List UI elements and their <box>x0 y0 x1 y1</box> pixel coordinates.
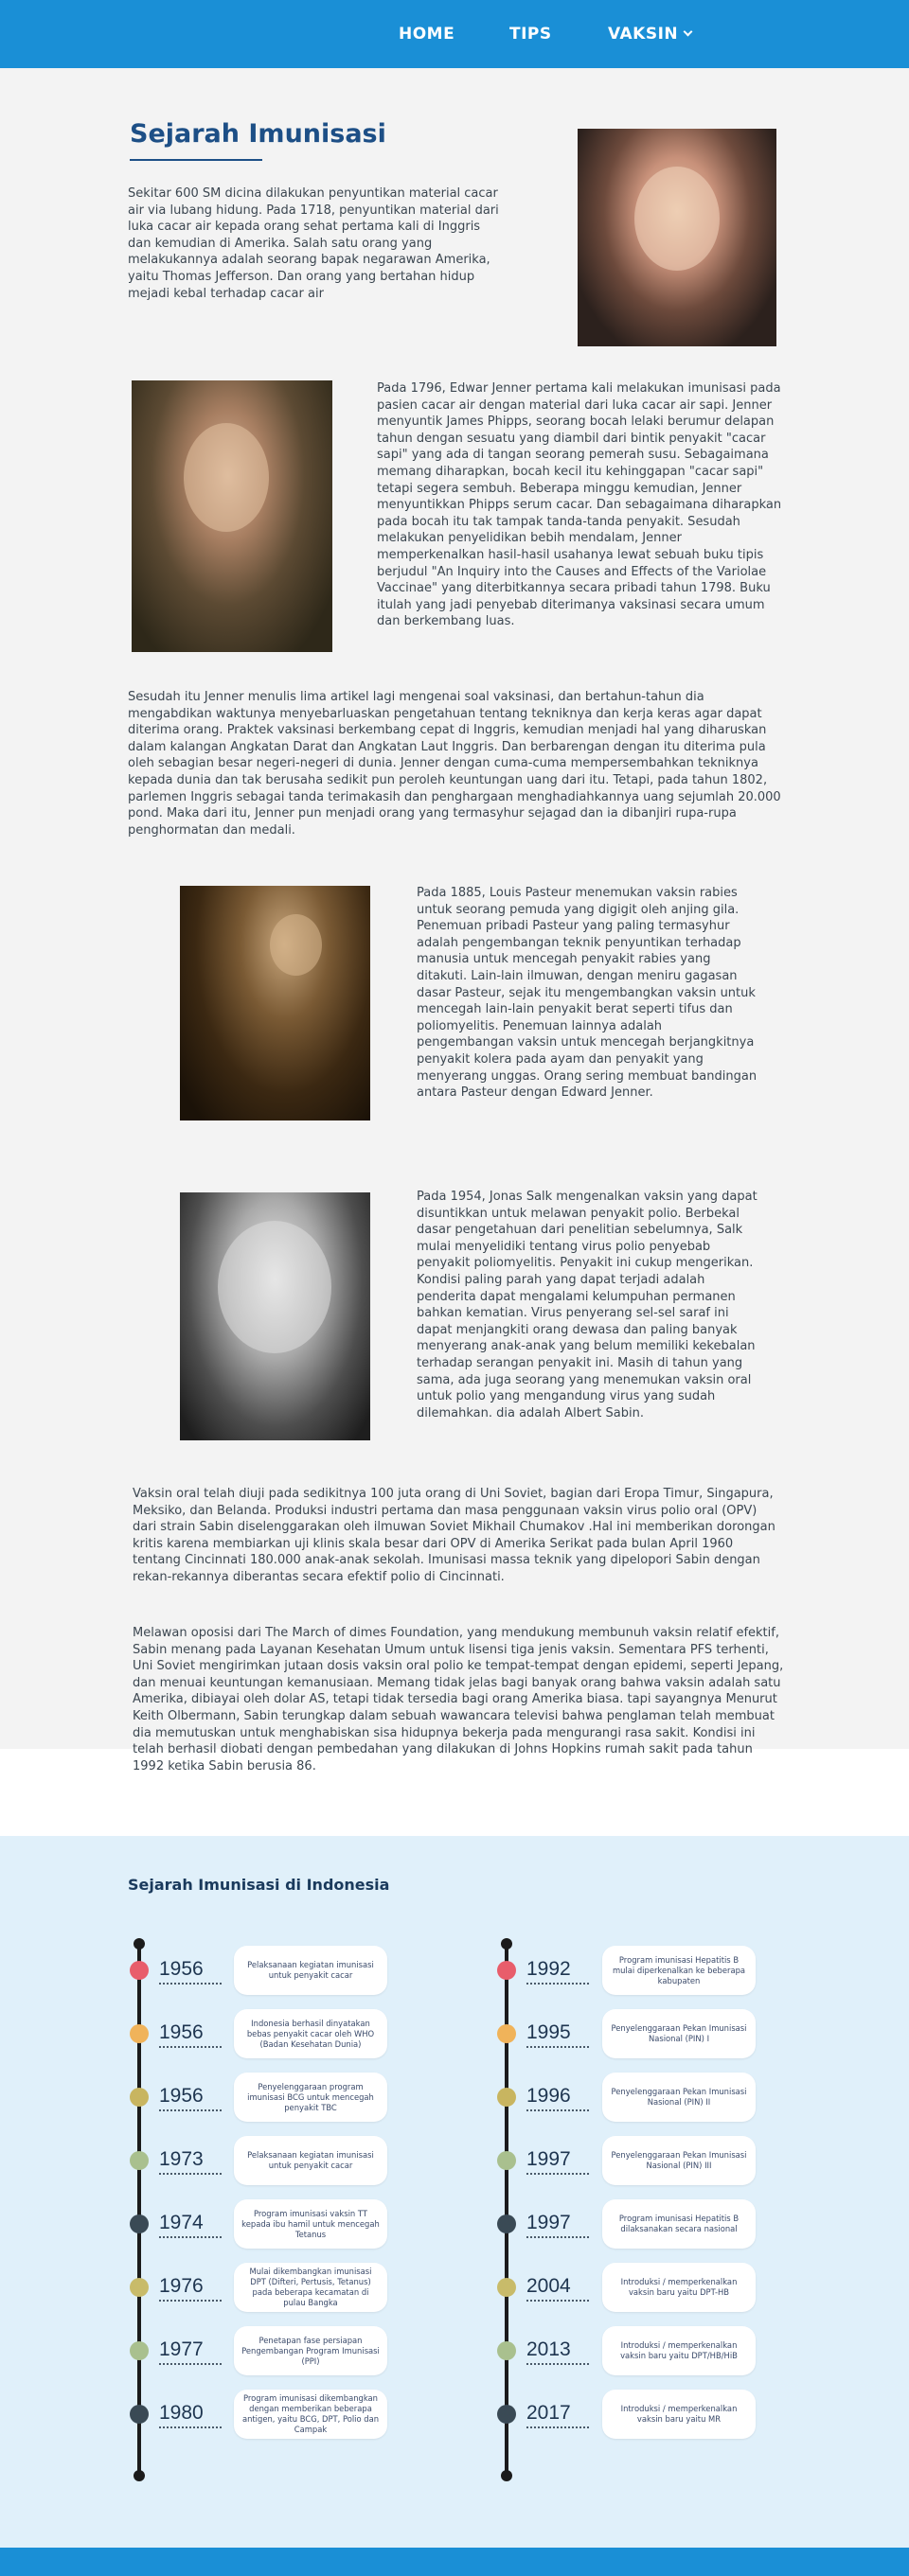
timeline-title: Sejarah Imunisasi di Indonesia <box>128 1876 390 1894</box>
timeline-event-card: Penyelenggaraan Pekan Imunisasi Nasional… <box>602 2136 756 2185</box>
timeline-year-underline <box>159 2173 222 2175</box>
portrait-jonas-salk <box>180 1192 370 1440</box>
timeline-dot <box>497 2088 516 2107</box>
nav-home-link[interactable]: HOME <box>399 25 454 44</box>
nav-vaksin-label: VAKSIN <box>608 25 679 44</box>
timeline-year-underline <box>526 1983 589 1985</box>
timeline-event-card: Penyelenggaraan Pekan Imunisasi Nasional… <box>602 2009 756 2058</box>
timeline-event-card: Pelaksanaan kegiatan imunisasi untuk pen… <box>234 2136 387 2185</box>
timeline-dot <box>497 2341 516 2360</box>
timeline-event-card: Program imunisasi Hepatitis B dilaksanak… <box>602 2199 756 2249</box>
timeline-year: 1973 <box>159 2148 204 2170</box>
timeline-dot <box>130 2214 149 2233</box>
footer-bar <box>0 2548 909 2576</box>
paragraph-pasteur: Pada 1885, Louis Pasteur menemukan vaksi… <box>417 886 758 1101</box>
timeline-year-underline <box>159 1983 222 1985</box>
timeline-dot <box>497 1961 516 1980</box>
title-underline <box>130 159 262 161</box>
timeline-year: 1980 <box>159 2402 204 2424</box>
timeline-year-underline <box>159 2363 222 2365</box>
portrait-edward-jenner <box>132 380 332 652</box>
timeline-event-card: Introduksi / memperkenalkan vaksin baru … <box>602 2263 756 2312</box>
timeline-dot <box>130 1961 149 1980</box>
timeline-year-underline <box>159 2236 222 2238</box>
chevron-down-icon <box>683 26 693 37</box>
axis-cap-bottom-right <box>501 2470 512 2481</box>
timeline-year: 2017 <box>526 2402 571 2424</box>
timeline-event-card: Penyelenggaraan Pekan Imunisasi Nasional… <box>602 2073 756 2122</box>
timeline-year-underline <box>526 2426 589 2428</box>
nav-vaksin-dropdown[interactable]: VAKSIN <box>608 25 693 44</box>
timeline-year-underline <box>526 2109 589 2111</box>
timeline-year: 2004 <box>526 2275 571 2297</box>
timeline-dot <box>130 2024 149 2043</box>
timeline-event-card: Program imunisasi dikembangkan dengan me… <box>234 2390 387 2439</box>
timeline-dot <box>497 2151 516 2170</box>
timeline-year: 1996 <box>526 2085 571 2107</box>
timeline-dot <box>497 2278 516 2297</box>
axis-cap-top-left <box>134 1938 145 1950</box>
timeline-year-underline <box>159 2300 222 2302</box>
page-title: Sejarah Imunisasi <box>130 119 386 149</box>
top-navbar: HOME TIPS VAKSIN <box>0 0 909 68</box>
timeline-section: Sejarah Imunisasi di Indonesia 1956 Pelak… <box>0 1836 909 2548</box>
timeline-dot <box>130 2151 149 2170</box>
timeline-event-card: Program imunisasi vaksin TT kepada ibu h… <box>234 2199 387 2249</box>
timeline-event-card: Introduksi / memperkenalkan vaksin baru … <box>602 2326 756 2375</box>
timeline-year: 1977 <box>159 2338 204 2360</box>
timeline-year-underline <box>526 2046 589 2048</box>
paragraph-salk: Pada 1954, Jonas Salk mengenalkan vaksin… <box>417 1190 758 1420</box>
timeline-event-card: Indonesia berhasil dinyatakan bebas peny… <box>234 2009 387 2058</box>
paragraph-origin: Sekitar 600 SM dicina dilakukan penyunti… <box>128 186 499 301</box>
axis-cap-top-right <box>501 1938 512 1950</box>
timeline-dot <box>497 2024 516 2043</box>
axis-cap-bottom-left <box>134 2470 145 2481</box>
timeline-year-underline <box>159 2109 222 2111</box>
timeline-dot <box>130 2278 149 2297</box>
timeline-event-card: Pelaksanaan kegiatan imunisasi untuk pen… <box>234 1946 387 1995</box>
paragraph-jenner: Pada 1796, Edwar Jenner pertama kali mel… <box>377 381 782 629</box>
paragraph-jenner-legacy: Sesudah itu Jenner menulis lima artikel … <box>128 690 781 838</box>
timeline-year-underline <box>159 2046 222 2048</box>
timeline-year: 1974 <box>159 2212 204 2233</box>
timeline-event-card: Introduksi / memperkenalkan vaksin baru … <box>602 2390 756 2439</box>
timeline-dot <box>130 2405 149 2424</box>
timeline-year-underline <box>159 2426 222 2428</box>
timeline-year: 1976 <box>159 2275 204 2297</box>
portrait-thomas-jefferson <box>578 129 776 346</box>
timeline-year-underline <box>526 2363 589 2365</box>
timeline-year: 1956 <box>159 2085 204 2107</box>
timeline-year: 1997 <box>526 2148 571 2170</box>
timeline-year: 1992 <box>526 1958 571 1980</box>
timeline-year: 1995 <box>526 2021 571 2043</box>
timeline-dot <box>130 2341 149 2360</box>
paragraph-sabin: Melawan oposisi dari The March of dimes … <box>133 1626 784 1773</box>
timeline-event-card: Program imunisasi Hepatitis B mulai dipe… <box>602 1946 756 1995</box>
timeline-event-card: Penetapan fase persiapan Pengembangan Pr… <box>234 2326 387 2375</box>
portrait-louis-pasteur <box>180 886 370 1120</box>
timeline-event-card: Penyelenggaraan program imunisasi BCG un… <box>234 2073 387 2122</box>
nav-tips-link[interactable]: TIPS <box>509 25 552 44</box>
timeline-year: 1956 <box>159 1958 204 1980</box>
timeline-dot <box>497 2214 516 2233</box>
timeline-dot <box>497 2405 516 2424</box>
timeline-year-underline <box>526 2236 589 2238</box>
timeline-year-underline <box>526 2173 589 2175</box>
history-section: Sejarah Imunisasi Sekitar 600 SM dicina … <box>0 68 909 1773</box>
timeline-year-underline <box>526 2300 589 2302</box>
timeline-dot <box>130 2088 149 2107</box>
timeline-year: 1956 <box>159 2021 204 2043</box>
paragraph-oral-vaccine: Vaksin oral telah diuji pada sedikitnya … <box>133 1487 775 1584</box>
timeline-year: 1997 <box>526 2212 571 2233</box>
timeline-year: 2013 <box>526 2338 571 2360</box>
timeline-event-card: Mulai dikembangkan imunisasi DPT (Difter… <box>234 2263 387 2312</box>
